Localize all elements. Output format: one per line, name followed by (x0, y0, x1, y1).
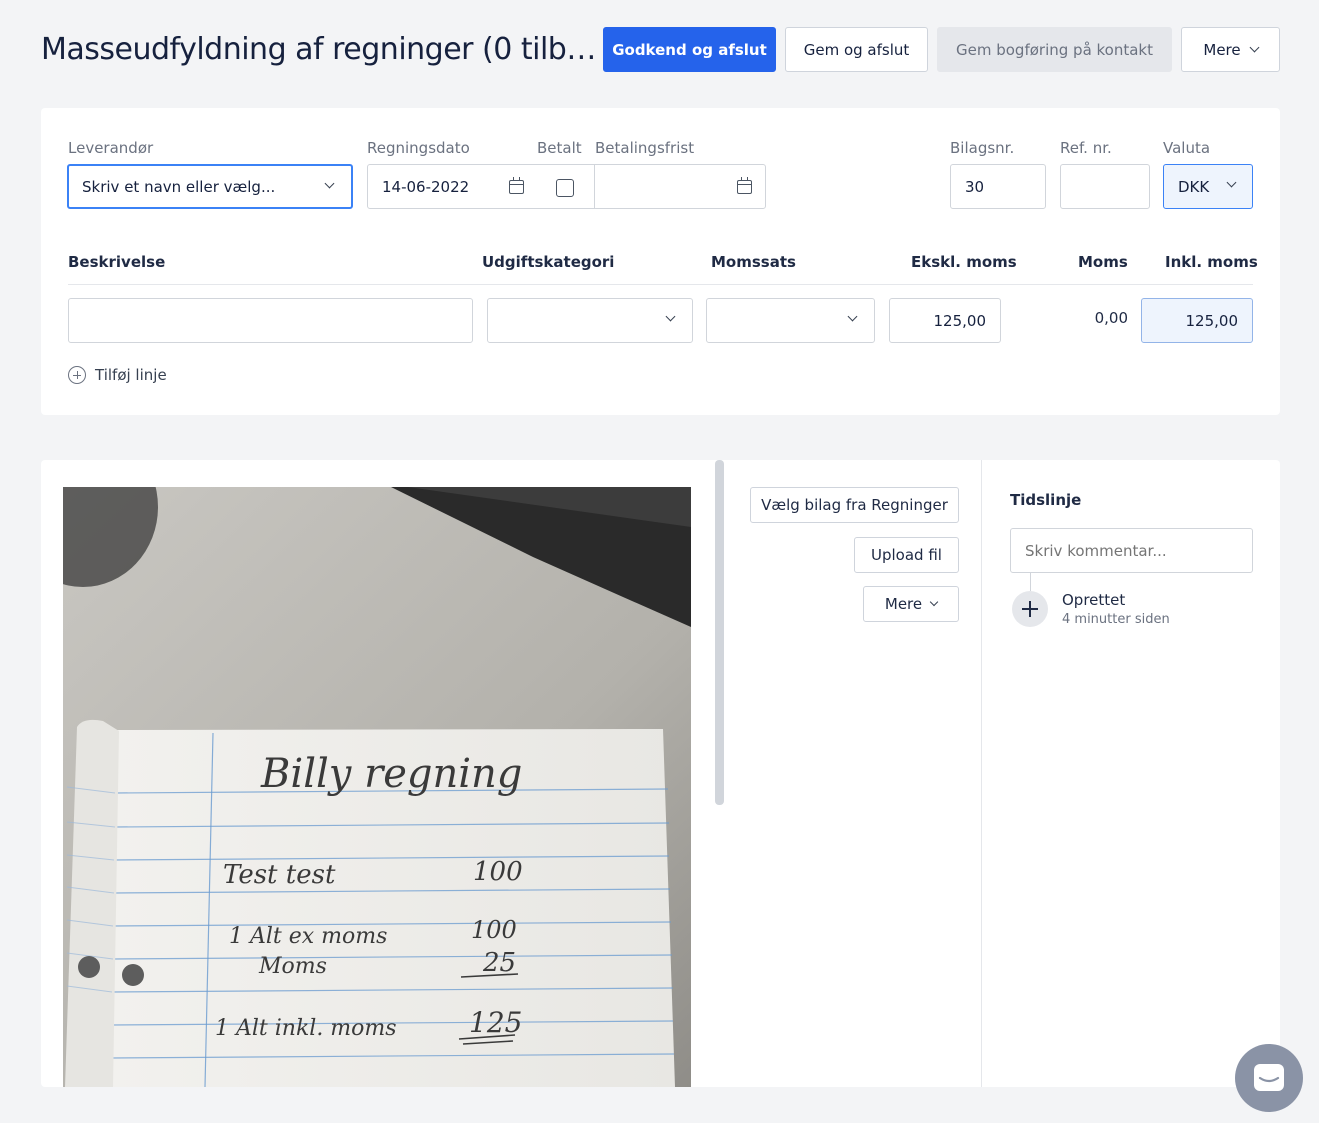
column-header-incl-vat: Inkl. moms (1165, 253, 1258, 271)
note-line-2-left: 1 Alt ex moms (229, 924, 387, 949)
chat-icon (1254, 1064, 1284, 1091)
line-category-select[interactable] (487, 298, 693, 343)
add-line-button[interactable]: Tilføj linje (68, 364, 167, 386)
more-button[interactable]: Mere (1181, 27, 1280, 72)
attachment-more-label: Mere (884, 595, 923, 613)
column-header-description: Beskrivelse (68, 253, 166, 271)
bill-date-input[interactable]: 14-06-2022 (367, 164, 538, 209)
note-line-4-right: 125 (469, 1006, 522, 1039)
chevron-down-icon (324, 178, 335, 189)
note-line-4-left: 1 Alt inkl. moms (215, 1016, 397, 1041)
chevron-down-icon (665, 311, 676, 322)
image-scrollbar[interactable] (715, 460, 724, 805)
currency-value: DKK (1178, 177, 1210, 196)
line-vat-value: 0,00 (1094, 309, 1128, 327)
choose-attachment-button[interactable]: Vælg bilag fra Regninger (750, 487, 959, 523)
table-header-divider (68, 284, 1253, 285)
voucher-no-input[interactable]: 30 (950, 164, 1046, 209)
approve-and-close-button[interactable]: Godkend og afslut (603, 27, 776, 72)
timeline-event-time: 4 minutter siden (1062, 612, 1170, 627)
more-button-label: Mere (1203, 40, 1241, 59)
attachment-more-button[interactable]: Mere (863, 586, 959, 622)
ref-no-label: Ref. nr. (1060, 139, 1112, 157)
calendar-icon[interactable] (737, 177, 752, 194)
upload-file-button[interactable]: Upload fil (854, 537, 959, 573)
line-vat-rate-select[interactable] (706, 298, 875, 343)
timeline-title: Tidslinje (1010, 491, 1082, 509)
timeline-divider (981, 460, 982, 1087)
paid-checkbox-wrapper (537, 164, 595, 209)
paid-label: Betalt (537, 139, 582, 157)
ref-no-input[interactable] (1060, 164, 1150, 209)
receipt-photo-svg: Billy regning Test test 100 1 Alt ex mom… (63, 487, 691, 1087)
calendar-icon[interactable] (509, 177, 524, 194)
supplier-label: Leverandør (68, 139, 154, 157)
note-line-1-right: 100 (473, 857, 523, 887)
voucher-no-value: 30 (965, 177, 985, 196)
bill-date-label: Regningsdato (367, 139, 470, 157)
add-circle-icon (68, 366, 86, 384)
supplier-placeholder: Skriv et navn eller vælg... (82, 177, 276, 196)
note-line-3-left: Moms (258, 954, 327, 979)
column-header-vat-rate: Momssats (711, 253, 796, 271)
line-description-input[interactable] (68, 298, 473, 343)
note-line-3-right: 25 (482, 948, 516, 978)
comment-input[interactable] (1010, 528, 1253, 573)
add-line-label: Tilføj linje (95, 366, 167, 384)
timeline-connector (1030, 573, 1031, 591)
line-incl-vat-value: 125,00 (1185, 311, 1239, 330)
line-incl-vat-input[interactable]: 125,00 (1141, 298, 1253, 343)
save-and-close-button[interactable]: Gem og afslut (785, 27, 928, 72)
chevron-down-icon (1226, 177, 1237, 188)
page-title: Masseudfyldning af regninger (0 tilbage) (41, 32, 603, 67)
due-date-input[interactable] (594, 164, 766, 209)
chat-launcher-button[interactable] (1235, 1044, 1303, 1112)
currency-label: Valuta (1163, 139, 1211, 157)
note-title: Billy regning (260, 751, 522, 797)
supplier-select[interactable]: Skriv et navn eller vælg... (67, 164, 353, 209)
save-posting-on-contact-button[interactable]: Gem bogføring på kontakt (937, 27, 1172, 72)
line-excl-vat-value: 125,00 (933, 311, 987, 330)
voucher-no-label: Bilagsnr. (950, 139, 1015, 157)
receipt-image: Billy regning Test test 100 1 Alt ex mom… (63, 487, 691, 1087)
timeline-created-icon (1012, 591, 1048, 627)
paid-checkbox[interactable] (556, 179, 574, 197)
note-line-1-left: Test test (223, 860, 336, 890)
note-line-2-right: 100 (471, 916, 517, 944)
column-header-vat: Moms (1078, 253, 1128, 271)
column-header-category: Udgiftskategori (482, 253, 615, 271)
timeline-event-label: Oprettet (1062, 591, 1126, 609)
chevron-down-icon (929, 597, 939, 607)
bill-date-value: 14-06-2022 (382, 177, 470, 196)
chevron-down-icon (847, 311, 858, 322)
line-excl-vat-input[interactable]: 125,00 (889, 298, 1001, 343)
chevron-down-icon (1249, 42, 1260, 53)
due-date-label: Betalingsfrist (595, 139, 695, 157)
currency-select[interactable]: DKK (1163, 164, 1253, 209)
column-header-excl-vat: Ekskl. moms (911, 253, 1017, 271)
